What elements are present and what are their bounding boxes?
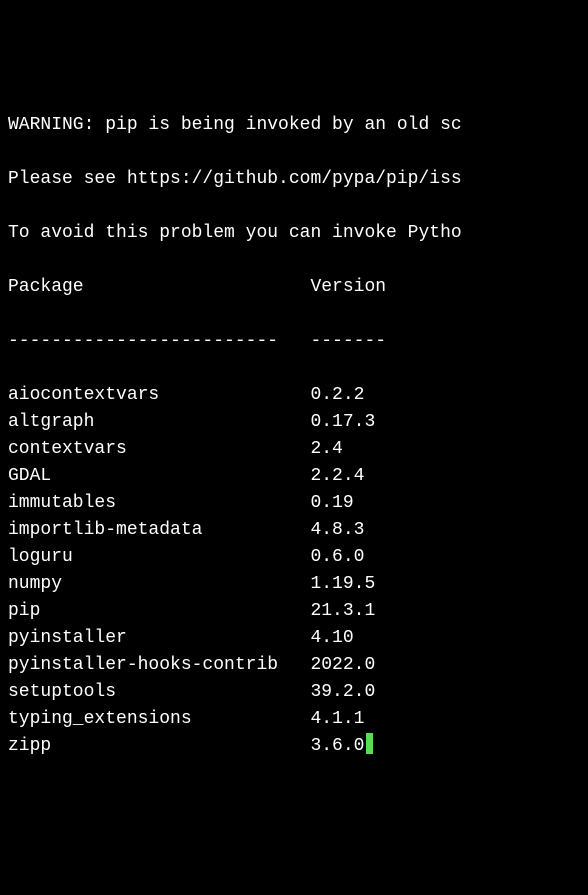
terminal-cursor — [366, 733, 372, 754]
warning-line-3: To avoid this problem you can invoke Pyt… — [8, 220, 584, 247]
package-version: 0.17.3 — [310, 409, 375, 436]
package-version: 3.6.0 — [310, 733, 364, 760]
table-row: pip21.3.1 — [8, 598, 584, 625]
package-version: 39.2.0 — [310, 679, 375, 706]
package-name: pyinstaller — [8, 625, 310, 652]
header-version: Version — [310, 274, 386, 301]
package-version: 4.10 — [310, 625, 353, 652]
package-version: 0.6.0 — [310, 544, 364, 571]
package-name: typing_extensions — [8, 706, 310, 733]
package-version: 2.2.4 — [310, 463, 364, 490]
package-name: pyinstaller-hooks-contrib — [8, 652, 310, 679]
package-name: numpy — [8, 571, 310, 598]
header-package: Package — [8, 274, 310, 301]
table-row: pyinstaller4.10 — [8, 625, 584, 652]
separator-version: ------- — [310, 328, 386, 355]
warning-line-1: WARNING: pip is being invoked by an old … — [8, 112, 584, 139]
package-name: contextvars — [8, 436, 310, 463]
table-row: numpy1.19.5 — [8, 571, 584, 598]
package-name: aiocontextvars — [8, 382, 310, 409]
package-version: 21.3.1 — [310, 598, 375, 625]
package-name: importlib-metadata — [8, 517, 310, 544]
table-row: setuptools39.2.0 — [8, 679, 584, 706]
package-name: loguru — [8, 544, 310, 571]
package-list: aiocontextvars0.2.2altgraph0.17.3context… — [8, 382, 584, 760]
table-row: GDAL2.2.4 — [8, 463, 584, 490]
separator-package: ------------------------- — [8, 328, 310, 355]
table-row: immutables0.19 — [8, 490, 584, 517]
table-header: PackageVersion — [8, 274, 584, 301]
table-row: zipp3.6.0 — [8, 733, 584, 760]
table-row: aiocontextvars0.2.2 — [8, 382, 584, 409]
package-version: 4.1.1 — [310, 706, 364, 733]
table-separator: -------------------------------- — [8, 328, 584, 355]
table-row: contextvars2.4 — [8, 436, 584, 463]
package-name: immutables — [8, 490, 310, 517]
package-version: 1.19.5 — [310, 571, 375, 598]
package-name: GDAL — [8, 463, 310, 490]
package-name: altgraph — [8, 409, 310, 436]
package-name: setuptools — [8, 679, 310, 706]
package-version: 0.2.2 — [310, 382, 364, 409]
table-row: altgraph0.17.3 — [8, 409, 584, 436]
package-name: zipp — [8, 733, 310, 760]
table-row: importlib-metadata4.8.3 — [8, 517, 584, 544]
package-version: 4.8.3 — [310, 517, 364, 544]
package-version: 0.19 — [310, 490, 353, 517]
warning-line-2: Please see https://github.com/pypa/pip/i… — [8, 166, 584, 193]
table-row: loguru0.6.0 — [8, 544, 584, 571]
table-row: typing_extensions4.1.1 — [8, 706, 584, 733]
table-row: pyinstaller-hooks-contrib2022.0 — [8, 652, 584, 679]
package-version: 2.4 — [310, 436, 342, 463]
package-version: 2022.0 — [310, 652, 375, 679]
package-name: pip — [8, 598, 310, 625]
